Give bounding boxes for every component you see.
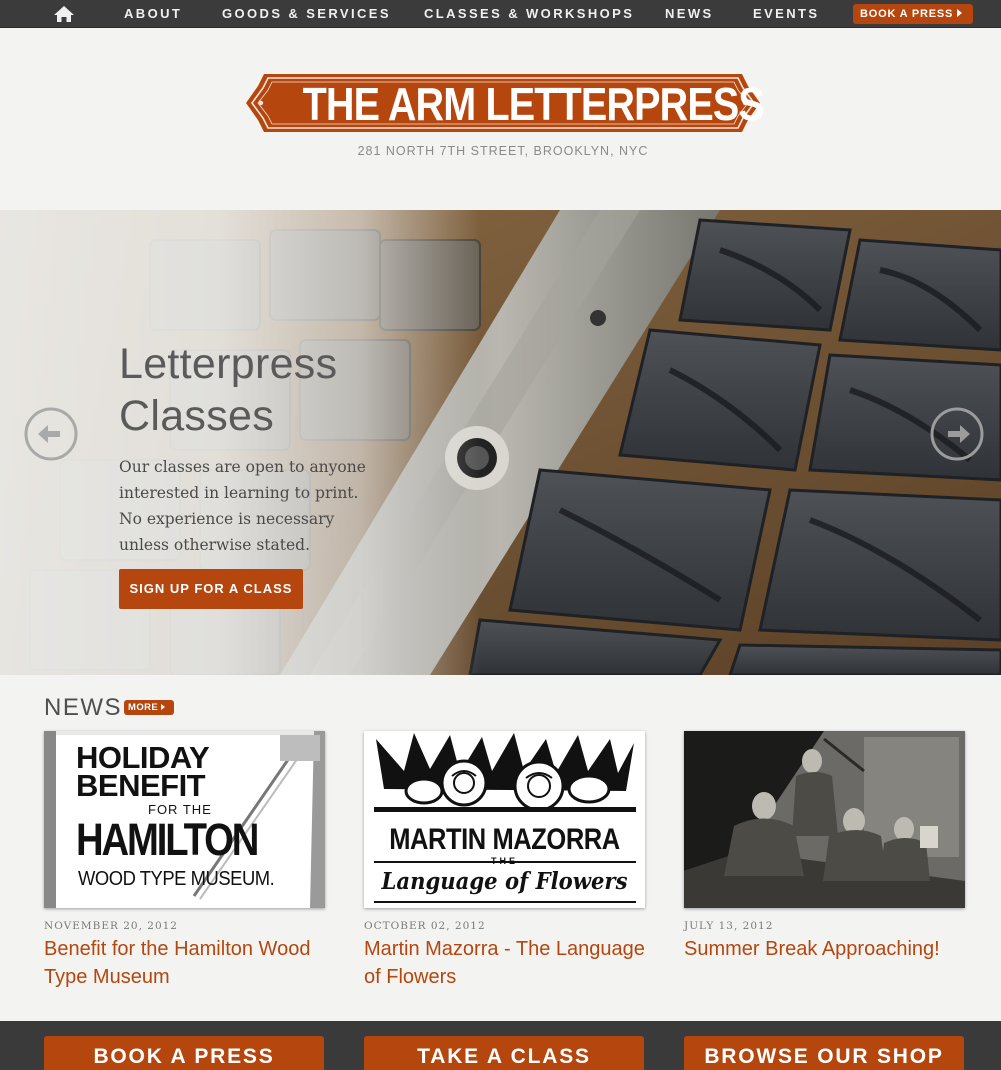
hero-title: Letterpress Classes	[119, 338, 419, 442]
nav-about[interactable]: ABOUT	[124, 6, 182, 21]
nav-events[interactable]: EVENTS	[753, 6, 819, 21]
news-title-link[interactable]: Summer Break Approaching!	[684, 935, 974, 963]
nav-news[interactable]: NEWS	[665, 6, 714, 21]
news-title-link[interactable]: Martin Mazorra - The Language of Flowers	[364, 935, 654, 991]
next-slide-arrow-icon[interactable]	[930, 407, 984, 461]
news-more-label: MORE	[128, 702, 159, 713]
footer-take-class-button[interactable]: TAKE A CLASS	[364, 1036, 644, 1070]
hero-title-line1: Letterpress	[119, 340, 338, 388]
news-date: NOVEMBER 20, 2012	[44, 920, 178, 932]
thumb-text-language-of-flowers: Language of Flowers	[381, 868, 628, 895]
thumb-text-hamilton: HAMILTON	[76, 814, 259, 865]
address-text: 281 NORTH 7TH STREET, BROOKLYN, NYC	[357, 144, 649, 158]
home-icon[interactable]	[53, 5, 75, 23]
news-date: OCTOBER 02, 2012	[364, 920, 486, 932]
prev-slide-arrow-icon[interactable]	[24, 407, 78, 461]
sign-up-class-button[interactable]: SIGN UP FOR A CLASS	[119, 569, 303, 609]
news-more-button[interactable]: MORE	[124, 700, 174, 715]
play-arrow-icon	[957, 9, 963, 17]
top-nav: ABOUT GOODS & SERVICES CLASSES & WORKSHO…	[0, 0, 1001, 28]
footer-bar: BOOK A PRESS TAKE A CLASS BROWSE OUR SHO…	[0, 1021, 1001, 1070]
hero-slider: Letterpress Classes Our classes are open…	[0, 210, 1001, 675]
thumb-text-wood-type: WOOD TYPE MUSEUM.	[78, 868, 275, 890]
logo-text: THE ARM LETTERPRESS	[302, 78, 765, 130]
thumb-text-martin-mazorra: MARTIN MAZORRA	[389, 823, 620, 856]
news-date: JULY 13, 2012	[684, 920, 774, 932]
vintage-photo-image	[684, 731, 965, 908]
nav-classes-workshops[interactable]: CLASSES & WORKSHOPS	[424, 6, 634, 21]
footer-browse-shop-button[interactable]: BROWSE OUR SHOP	[684, 1036, 964, 1070]
news-thumbnail[interactable]	[684, 731, 965, 908]
news-thumbnail[interactable]: HOLIDAY BENEFIT FOR THE HAMILTON WOOD TY…	[44, 731, 325, 908]
book-a-press-label: BOOK A PRESS	[860, 8, 954, 20]
nav-goods-services[interactable]: GOODS & SERVICES	[222, 6, 391, 21]
news-heading: NEWS	[44, 694, 122, 721]
news-title-link[interactable]: Benefit for the Hamilton Wood Type Museu…	[44, 935, 334, 991]
thumb-text-benefit: BENEFIT	[76, 768, 206, 803]
news-thumbnail[interactable]: MARTIN MAZORRA THE Language of Flowers	[364, 731, 645, 908]
site-header: THE ARM LETTERPRESS 281 NORTH 7TH STREET…	[0, 28, 1001, 210]
hero-title-line2: Classes	[119, 392, 275, 440]
book-a-press-button[interactable]: BOOK A PRESS	[853, 4, 973, 24]
play-arrow-icon	[161, 704, 166, 710]
hero-description: Our classes are open to anyone intereste…	[119, 458, 366, 554]
thumb-text-the: THE	[491, 856, 518, 866]
footer-book-press-button[interactable]: BOOK A PRESS	[44, 1036, 324, 1070]
